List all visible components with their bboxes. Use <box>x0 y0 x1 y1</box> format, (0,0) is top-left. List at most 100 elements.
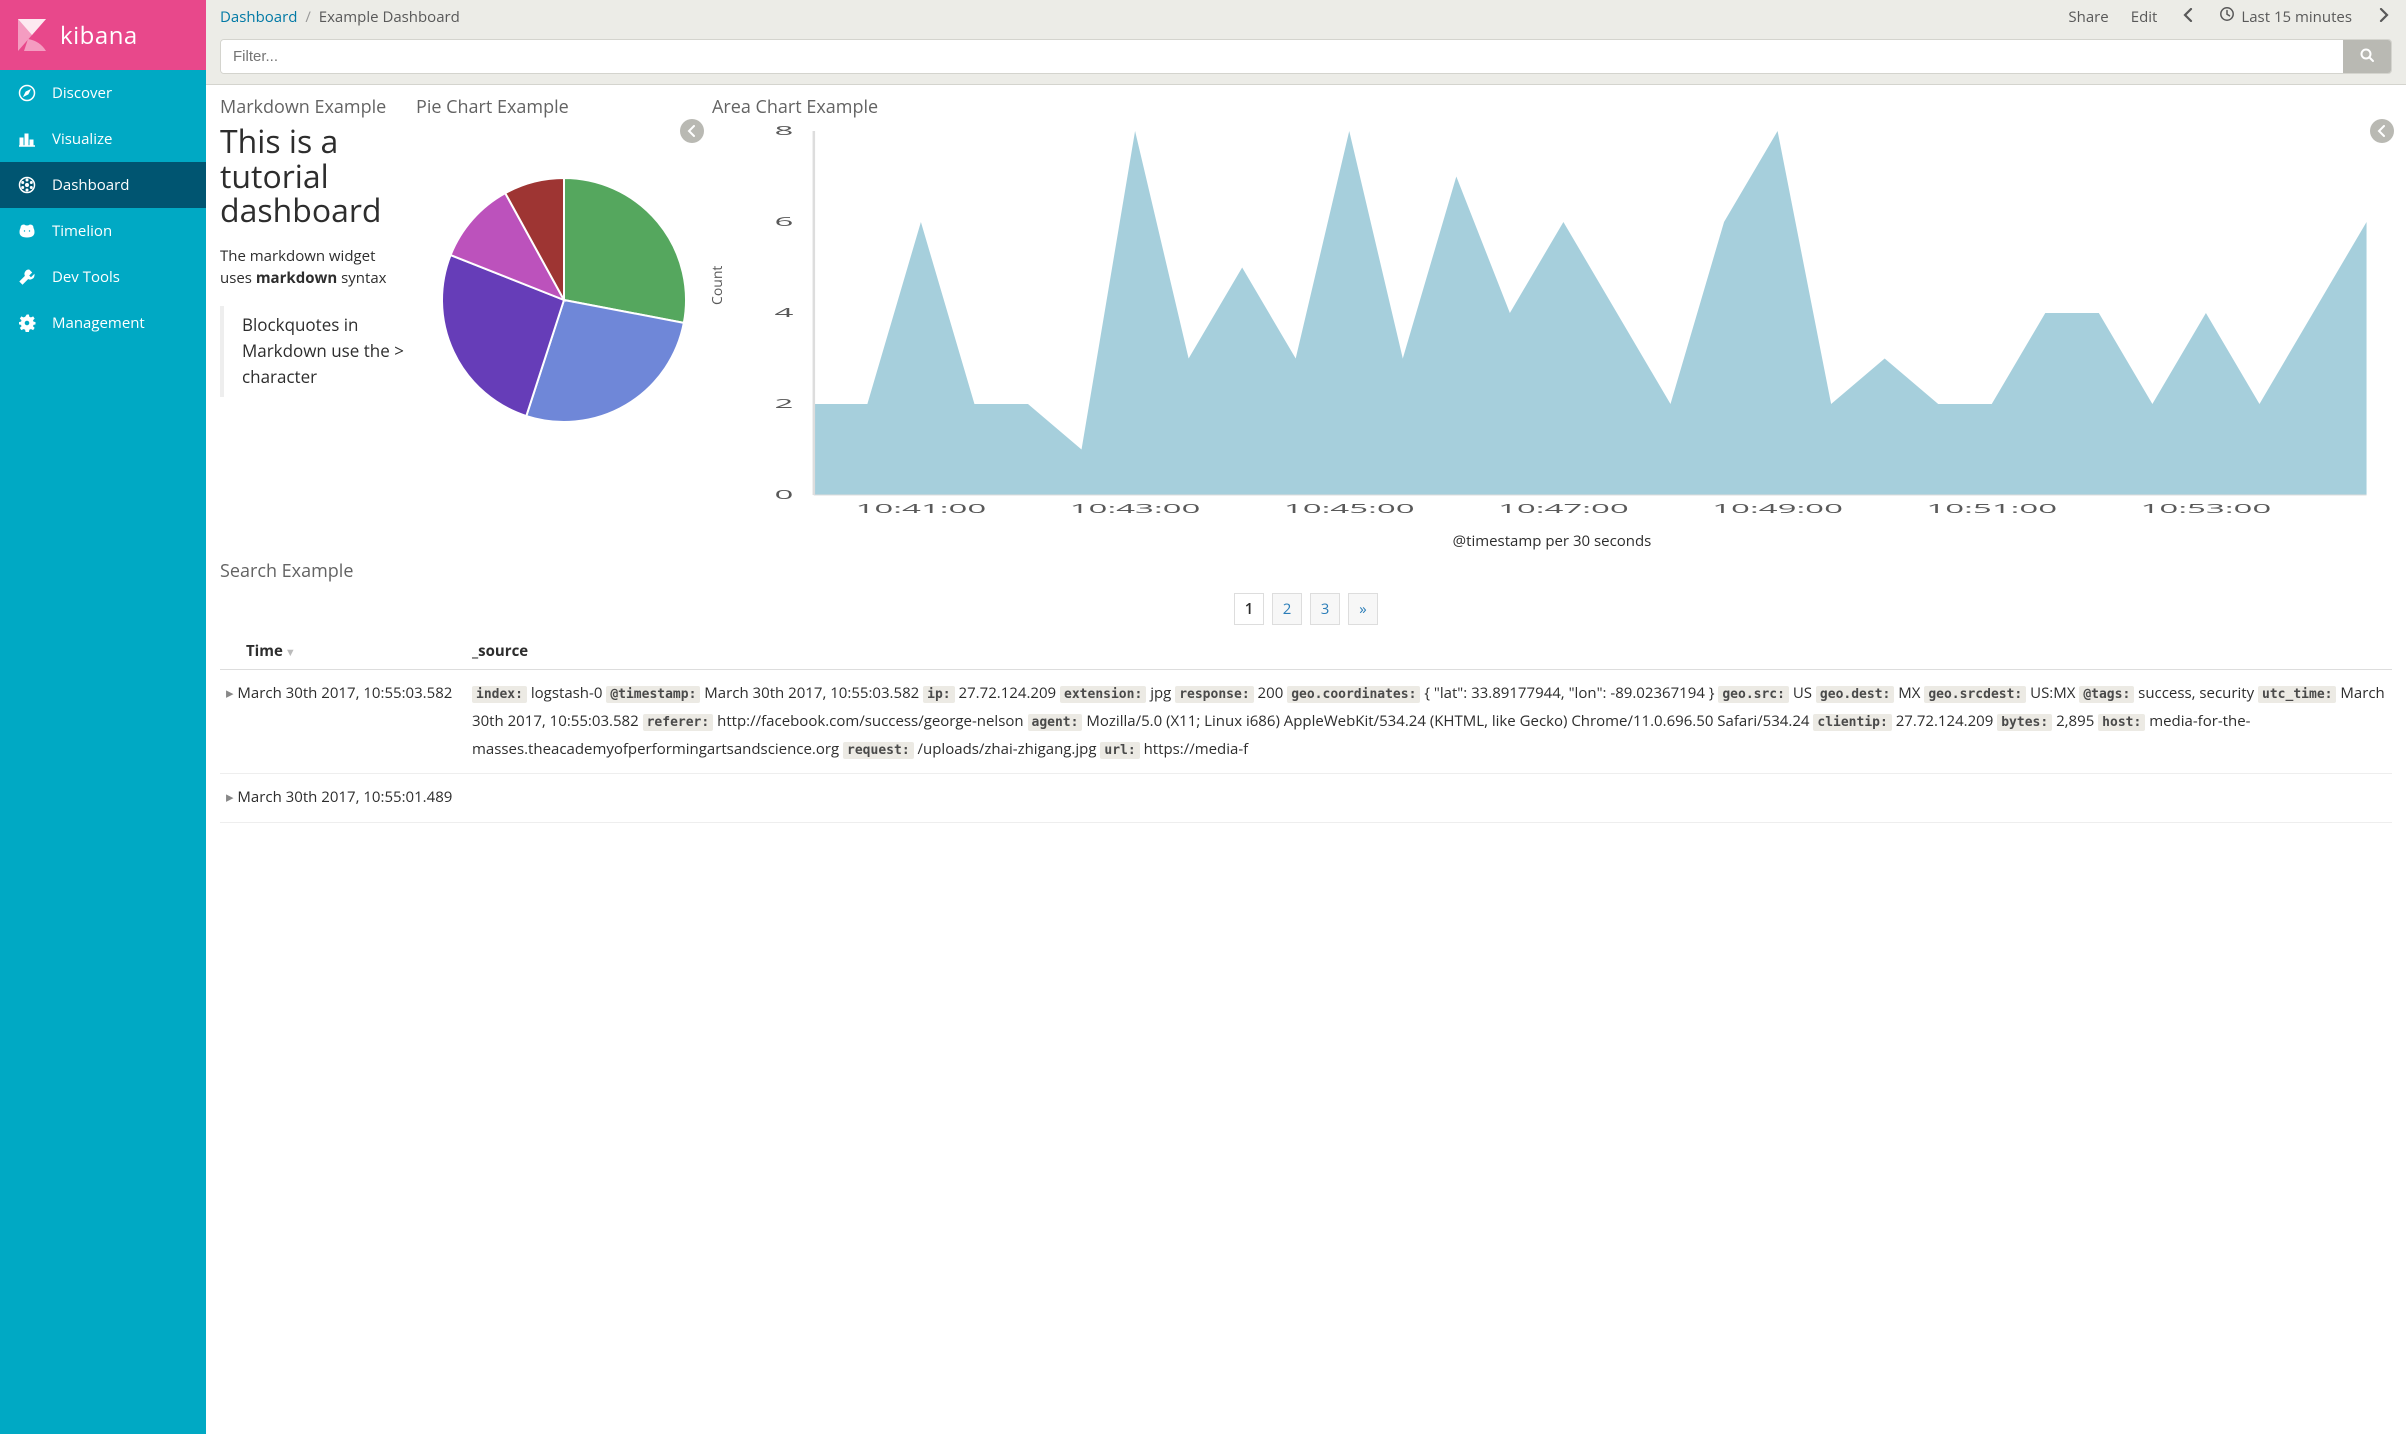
markdown-paragraph: The markdown widget uses markdown syntax <box>220 245 406 290</box>
field-key: extension: <box>1060 686 1146 703</box>
markdown-panel: This is a tutorial dashboard The markdow… <box>220 125 416 551</box>
field-key: @timestamp: <box>606 686 700 703</box>
field-key: request: <box>843 742 914 759</box>
field-key: agent: <box>1028 714 1083 731</box>
field-value: { "lat": 33.89177944, "lon": -89.0236719… <box>1420 683 1718 703</box>
panel-title-area: Area Chart Example <box>712 95 878 119</box>
breadcrumb-root-link[interactable]: Dashboard <box>220 7 297 27</box>
x-tick-label: 10:51:00 <box>1926 500 2057 518</box>
field-value: http://facebook.com/success/george-nelso… <box>713 711 1027 731</box>
field-value: /uploads/zhai-zhigang.jpg <box>914 739 1101 759</box>
field-value: Mozilla/5.0 (X11; Linux i686) AppleWebKi… <box>1082 711 1813 731</box>
field-key: geo.srcdest: <box>1924 686 2026 703</box>
pie-slice[interactable] <box>564 178 686 323</box>
table-row: ▸ March 30th 2017, 10:55:01.489 <box>220 774 2392 823</box>
field-value: 200 <box>1254 683 1288 703</box>
field-key: clientip: <box>1813 714 1891 731</box>
doc-table: Time▼ _source ▸ March 30th 2017, 10:55:0… <box>220 633 2392 823</box>
x-tick-label: 10:49:00 <box>1712 500 1843 518</box>
filter-search-button[interactable] <box>2343 40 2391 73</box>
topbar: Dashboard / Example Dashboard Share Edit… <box>206 0 2406 85</box>
y-tick-label: 0 <box>775 486 794 504</box>
field-key: geo.src: <box>1718 686 1789 703</box>
sidebar-item-timelion[interactable]: Timelion <box>0 208 206 254</box>
chevron-left-icon <box>687 125 697 137</box>
nav-list: Discover Visualize DashboardTimelion Dev To… <box>0 70 206 346</box>
pager-next[interactable]: » <box>1348 593 1378 625</box>
pager-page-1[interactable]: 1 <box>1234 593 1264 625</box>
field-value: https://media-f <box>1140 739 1249 759</box>
filter-input[interactable] <box>221 40 2343 73</box>
sort-caret-icon: ▼ <box>285 645 296 660</box>
time-picker[interactable]: Last 15 minutes <box>2219 6 2352 27</box>
x-tick-label: 10:45:00 <box>1284 500 1415 518</box>
share-button[interactable]: Share <box>2068 7 2108 27</box>
brand-title: kibana <box>60 19 138 52</box>
sidebar-item-management[interactable]: Management <box>0 300 206 346</box>
field-value: March 30th 2017, 10:55:03.582 <box>700 683 923 703</box>
field-value: 2,895 <box>2052 711 2098 731</box>
breadcrumb: Dashboard / Example Dashboard <box>220 7 460 27</box>
field-key: host: <box>2098 714 2145 731</box>
field-key: utc_time: <box>2258 686 2336 703</box>
sidebar-item-dashboard[interactable]: Dashboard <box>0 162 206 208</box>
edit-button[interactable]: Edit <box>2131 7 2158 27</box>
y-tick-label: 4 <box>775 304 794 322</box>
column-header-time[interactable]: Time▼ <box>220 633 466 670</box>
row-time: March 30th 2017, 10:55:01.489 <box>234 787 453 807</box>
y-tick-label: 2 <box>775 395 794 413</box>
field-key: geo.dest: <box>1816 686 1894 703</box>
field-key: bytes: <box>1997 714 2052 731</box>
pie-back-button[interactable] <box>680 119 704 143</box>
field-value: 27.72.124.209 <box>1892 711 1997 731</box>
field-key: response: <box>1175 686 1253 703</box>
expand-row-button[interactable]: ▸ <box>226 787 234 807</box>
field-value: success, security <box>2134 683 2258 703</box>
panel-title-search: Search Example <box>220 559 2392 583</box>
x-tick-label: 10:47:00 <box>1498 500 1629 518</box>
field-value: logstash-0 <box>527 683 606 703</box>
time-prev-button[interactable] <box>2179 7 2197 27</box>
pager-page-3[interactable]: 3 <box>1310 593 1340 625</box>
filter-bar <box>220 39 2392 74</box>
wrench-icon <box>18 268 36 286</box>
field-value: jpg <box>1146 683 1175 703</box>
markdown-heading: This is a tutorial dashboard <box>220 125 406 229</box>
sidebar-item-discover[interactable]: Discover <box>0 70 206 116</box>
x-tick-label: 10:43:00 <box>1070 500 1201 518</box>
sidebar-item-label: Dev Tools <box>52 267 120 287</box>
area-panel: Count 0246810:41:0010:43:0010:45:0010:47… <box>712 125 2392 551</box>
search-icon <box>2359 47 2375 66</box>
y-tick-label: 8 <box>775 125 794 139</box>
area-chart: 0 2 4 6 8 10:41:00 10:43:00 10:45:00 10:47:00 10:… <box>712 125 2392 525</box>
y-tick-label: 6 <box>775 213 794 231</box>
markdown-blockquote: Blockquotes in Markdown use the > charac… <box>220 306 406 397</box>
expand-row-button[interactable]: ▸ <box>226 683 234 703</box>
table-row: ▸ March 30th 2017, 10:55:03.582 index: l… <box>220 670 2392 774</box>
field-key: referer: <box>643 714 714 731</box>
field-value: US <box>1789 683 1816 703</box>
pager-page-2[interactable]: 2 <box>1272 593 1302 625</box>
clock-icon <box>2219 6 2235 27</box>
row-source: index: logstash-0 @timestamp: March 30th… <box>466 670 2392 774</box>
sidebar-item-label: Visualize <box>52 129 112 149</box>
x-tick-label: 10:53:00 <box>2140 500 2271 518</box>
area-ylabel: Count <box>708 266 727 305</box>
sidebar-item-visualize[interactable]: Visualize <box>0 116 206 162</box>
sidebar-item-dev-tools[interactable]: Dev Tools <box>0 254 206 300</box>
panel-title-pie: Pie Chart Example <box>416 95 569 119</box>
row-source <box>466 774 2392 823</box>
column-header-source[interactable]: _source <box>466 633 2392 670</box>
sidebar-item-label: Discover <box>52 83 112 103</box>
area-xlabel: @timestamp per 30 seconds <box>712 531 2392 551</box>
field-key: index: <box>472 686 527 703</box>
time-next-button[interactable] <box>2374 7 2392 27</box>
field-value: MX <box>1894 683 1924 703</box>
area-series[interactable] <box>814 131 2367 495</box>
sidebar-item-label: Management <box>52 313 145 333</box>
field-key: @tags: <box>2079 686 2134 703</box>
pie-panel <box>416 125 712 551</box>
x-tick-label: 10:41:00 <box>855 500 986 518</box>
panel-title-markdown: Markdown Example <box>220 95 416 119</box>
breadcrumb-current: Example Dashboard <box>319 7 460 27</box>
